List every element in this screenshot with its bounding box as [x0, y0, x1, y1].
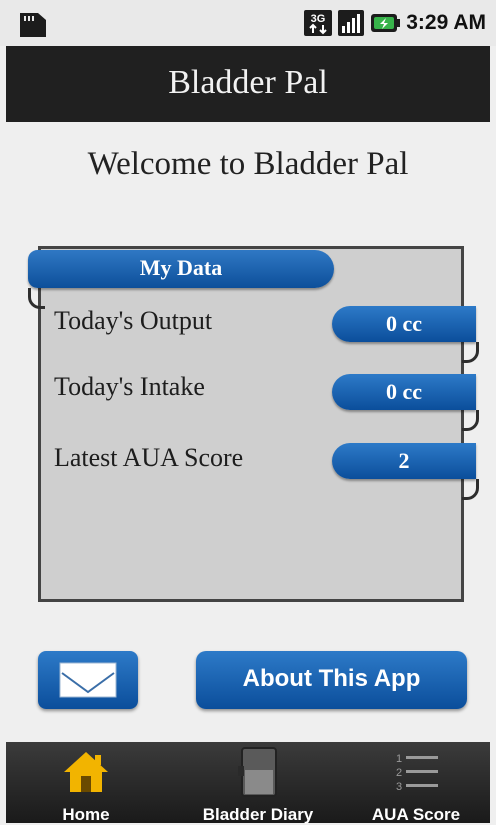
todays-output-value[interactable]: 0 cc: [332, 306, 476, 342]
battery-charging-icon: [371, 14, 401, 32]
app-title-bar: Bladder Pal: [6, 46, 490, 122]
envelope-icon: [59, 662, 117, 698]
svg-text:1: 1: [396, 753, 402, 765]
my-data-panel: [38, 246, 464, 602]
tab-bladder-diary-label: Bladder Diary: [202, 805, 314, 824]
app-title: Bladder Pal: [168, 64, 328, 101]
latest-aua-score-value-text: 2: [398, 448, 410, 473]
diary-book-icon: [238, 747, 277, 797]
tab-aua-score[interactable]: 1 2 3 AUA Score: [356, 742, 476, 824]
sd-card-icon: [20, 13, 46, 37]
my-data-header-label: My Data: [139, 255, 223, 280]
svg-text:3G: 3G: [311, 13, 326, 25]
status-bar: 3G 3:29 AM: [0, 0, 496, 46]
welcome-heading: Welcome to Bladder Pal: [87, 146, 409, 182]
tab-bladder-diary[interactable]: Bladder Diary: [188, 742, 328, 824]
tab-aua-score-label: AUA Score: [371, 805, 461, 824]
numbered-list-icon: 1 2 3: [396, 753, 438, 793]
status-time: 3:29 AM: [406, 11, 486, 34]
signal-bars-icon: [338, 10, 365, 36]
latest-aua-score-value[interactable]: 2: [332, 443, 476, 479]
bottom-tab-bar: Home Bladder Diary 1 2 3 AUA Score: [6, 742, 490, 824]
value-ribbon-curl: [462, 410, 479, 431]
3g-signal-icon: 3G: [304, 10, 333, 36]
todays-output-label: Today's Output: [54, 306, 213, 335]
home-icon: [64, 752, 108, 792]
todays-intake-value[interactable]: 0 cc: [332, 374, 476, 410]
tab-home-label: Home: [62, 805, 110, 824]
my-data-header: My Data: [28, 250, 334, 288]
todays-intake-value-text: 0 cc: [385, 379, 423, 404]
about-this-app-label: About This App: [242, 665, 421, 692]
value-ribbon-curl: [462, 479, 479, 500]
svg-text:3: 3: [396, 781, 402, 793]
header-ribbon-curl: [28, 288, 45, 309]
value-ribbon-curl: [462, 342, 479, 363]
latest-aua-score-label: Latest AUA Score: [54, 443, 244, 472]
svg-text:2: 2: [396, 767, 402, 779]
about-this-app-button[interactable]: About This App: [196, 651, 467, 709]
tab-home[interactable]: Home: [26, 742, 146, 824]
todays-output-value-text: 0 cc: [385, 311, 423, 336]
email-button[interactable]: [38, 651, 138, 709]
todays-intake-label: Today's Intake: [54, 372, 205, 401]
